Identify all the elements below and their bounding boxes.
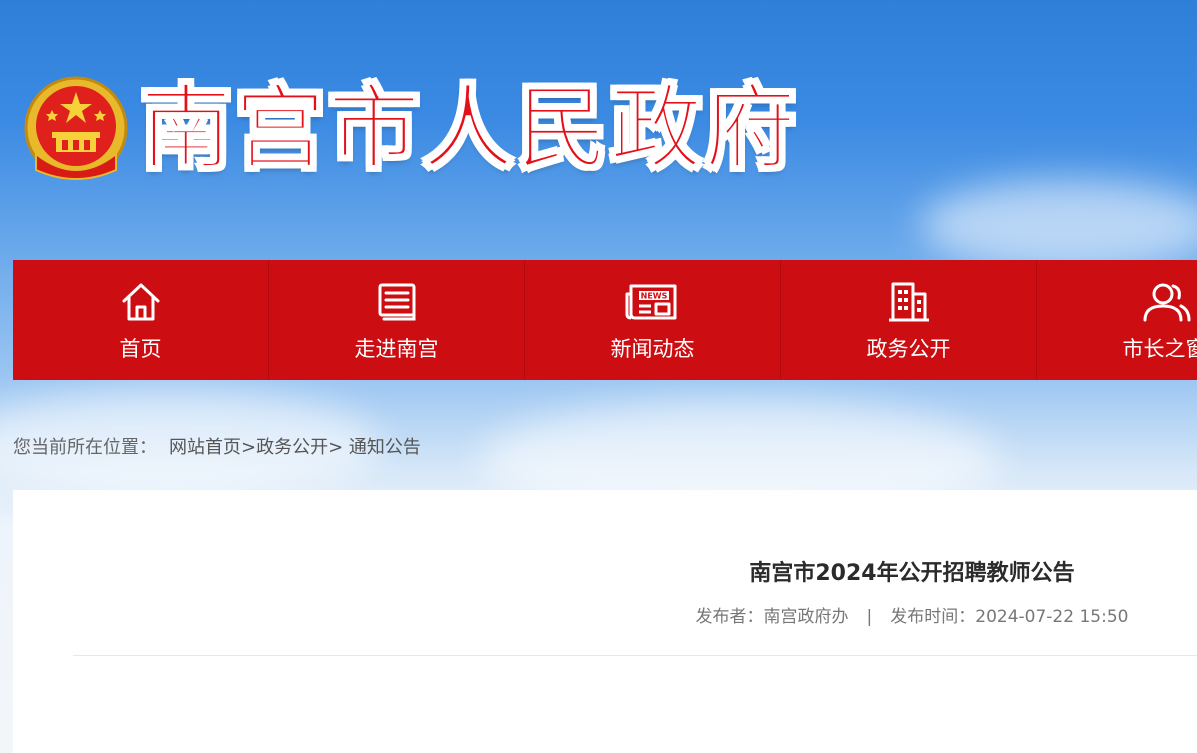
nav-item-label: 走进南宫	[354, 337, 439, 361]
breadcrumb-separator: >	[241, 437, 257, 458]
building-icon	[888, 282, 929, 322]
article-panel: 南宫市2024年公开招聘教师公告 发布者：南宫政府办 | 发布时间：2024-07-…	[13, 490, 1197, 753]
nav-item-gov-affairs[interactable]: 政务公开	[781, 260, 1037, 380]
site-header: 南宫市人民政府	[0, 0, 1197, 260]
nav-item-mayor-window[interactable]: 市长之窗	[1037, 260, 1197, 380]
meta-separator: |	[866, 607, 873, 627]
breadcrumb-current-link[interactable]: 通知公告	[349, 437, 421, 458]
home-icon	[122, 283, 159, 321]
document-list-icon	[378, 283, 415, 321]
article-publish-time: 发布时间：2024-07-22 15:50	[890, 607, 1129, 627]
article-title: 南宫市2024年公开招聘教师公告	[749, 561, 1075, 586]
site-title: 南宫市人民政府	[139, 73, 799, 183]
breadcrumb-home-link[interactable]: 网站首页	[169, 437, 241, 458]
breadcrumb-separator: >	[328, 437, 344, 458]
article-meta: 发布者：南宫政府办 | 发布时间：2024-07-22 15:50	[13, 604, 1197, 630]
page: 南宫市人民政府 首页 走进南宫 NEWS 新闻动态 政务公开 市长之窗 您当前所…	[0, 0, 1197, 753]
article-divider	[73, 655, 1197, 656]
main-nav: 首页 走进南宫 NEWS 新闻动态 政务公开 市长之窗	[13, 260, 1197, 380]
article-publisher: 发布者：南宫政府办	[695, 607, 849, 627]
nav-item-news[interactable]: NEWS 新闻动态	[525, 260, 781, 380]
breadcrumb: 您当前所在位置： 网站首页>政务公开> 通知公告	[13, 434, 421, 462]
svg-text:NEWS: NEWS	[640, 292, 667, 301]
nav-item-home[interactable]: 首页	[13, 260, 269, 380]
national-emblem-icon	[24, 76, 128, 180]
nav-item-label: 市长之窗	[1122, 337, 1197, 361]
nav-item-label: 新闻动态	[610, 337, 695, 361]
nav-item-label: 首页	[119, 337, 162, 361]
nav-item-about[interactable]: 走进南宫	[269, 260, 525, 380]
newspaper-icon: NEWS	[625, 284, 676, 320]
nav-item-label: 政务公开	[866, 337, 951, 361]
users-icon	[1143, 283, 1190, 322]
breadcrumb-prefix: 您当前所在位置：	[13, 437, 157, 458]
breadcrumb-section-link[interactable]: 政务公开	[256, 437, 328, 458]
